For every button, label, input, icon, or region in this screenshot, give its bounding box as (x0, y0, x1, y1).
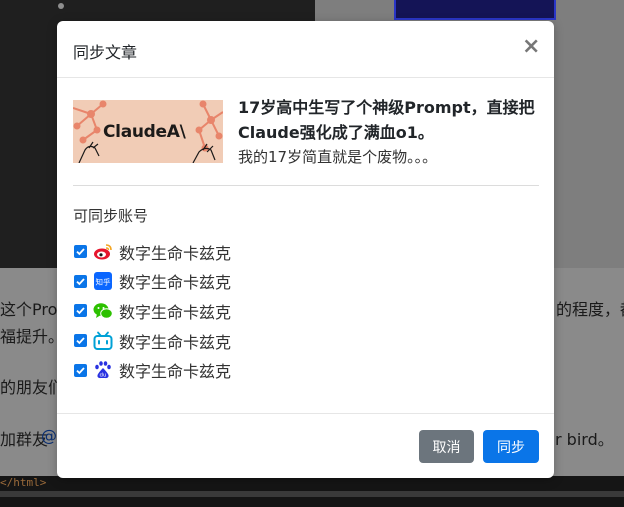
close-button[interactable]: × (522, 36, 540, 58)
modal-header: 同步文章 × (57, 21, 554, 78)
bilibili-icon (93, 331, 113, 351)
account-name: 数字生命卡兹克 (119, 273, 232, 293)
account-item-bilibili: 数字生命卡兹克 (74, 326, 231, 356)
account-checkbox[interactable] (74, 334, 87, 348)
cancel-button[interactable]: 取消 (419, 430, 474, 463)
bg-text-line2: 福提升。 (0, 327, 65, 346)
bg-mention-link[interactable]: @ (41, 426, 57, 445)
section-divider (73, 185, 539, 186)
screen: 这个Prom 的程度，都 福提升。 的朋友们 加群友 @ r bird。 </h… (0, 0, 624, 507)
checkmark-icon (76, 337, 85, 345)
footer-divider (57, 413, 554, 414)
preview-image (394, 0, 556, 20)
accounts-section-label: 可同步账号 (73, 207, 149, 225)
thumbnail-logo-text: ClaudeA\ (103, 122, 186, 142)
account-checkbox[interactable] (74, 304, 87, 318)
editor-marker-icon (58, 3, 64, 9)
modal-title: 同步文章 (73, 43, 138, 62)
account-name: 数字生命卡兹克 (119, 302, 232, 322)
code-snippet: </html> (0, 476, 47, 489)
account-list: 数字生命卡兹克 知乎 数字生命卡兹克 数字生命卡兹克 数字生命卡兹克 du 数字… (74, 237, 231, 385)
account-checkbox[interactable] (74, 363, 87, 377)
baidu-icon: du (93, 360, 113, 380)
article-thumbnail: ClaudeA\ (73, 100, 223, 163)
account-checkbox[interactable] (74, 274, 87, 288)
article-title: 17岁高中生写了个神级Prompt，直接把Claude强化成了满血o1。 (238, 98, 535, 142)
bg-text-line4-right: r bird。 (555, 430, 614, 449)
checkmark-icon (76, 367, 85, 374)
wechat-icon (93, 301, 113, 321)
sync-button[interactable]: 同步 (483, 430, 539, 463)
account-item-weibo: 数字生命卡兹克 (74, 237, 231, 267)
checkmark-icon (76, 248, 85, 256)
svg-text:知乎: 知乎 (96, 277, 111, 287)
account-item-zhihu: 知乎 数字生命卡兹克 (74, 267, 231, 297)
zhihu-icon: 知乎 (93, 271, 113, 291)
checkmark-icon (76, 307, 85, 315)
bottom-scrollbar (0, 491, 624, 497)
svg-text:du: du (100, 373, 107, 379)
account-name: 数字生命卡兹克 (119, 243, 232, 263)
sync-article-modal: 同步文章 × ClaudeA\ 17岁高中生写了个神级Prompt，直接把Cla… (57, 21, 554, 478)
bg-text-line3: 的朋友们 (0, 378, 65, 397)
account-item-baidu: du 数字生命卡兹克 (74, 355, 231, 385)
bg-text-line1-right: 的程度，都 (556, 300, 624, 319)
account-name: 数字生命卡兹克 (119, 332, 232, 352)
article-description: 我的17岁简直就是个废物。。。 (238, 148, 438, 166)
weibo-icon (93, 242, 113, 262)
account-item-wechat: 数字生命卡兹克 (74, 296, 231, 326)
checkmark-icon (76, 278, 85, 286)
account-name: 数字生命卡兹克 (119, 362, 232, 382)
account-checkbox[interactable] (74, 245, 87, 259)
